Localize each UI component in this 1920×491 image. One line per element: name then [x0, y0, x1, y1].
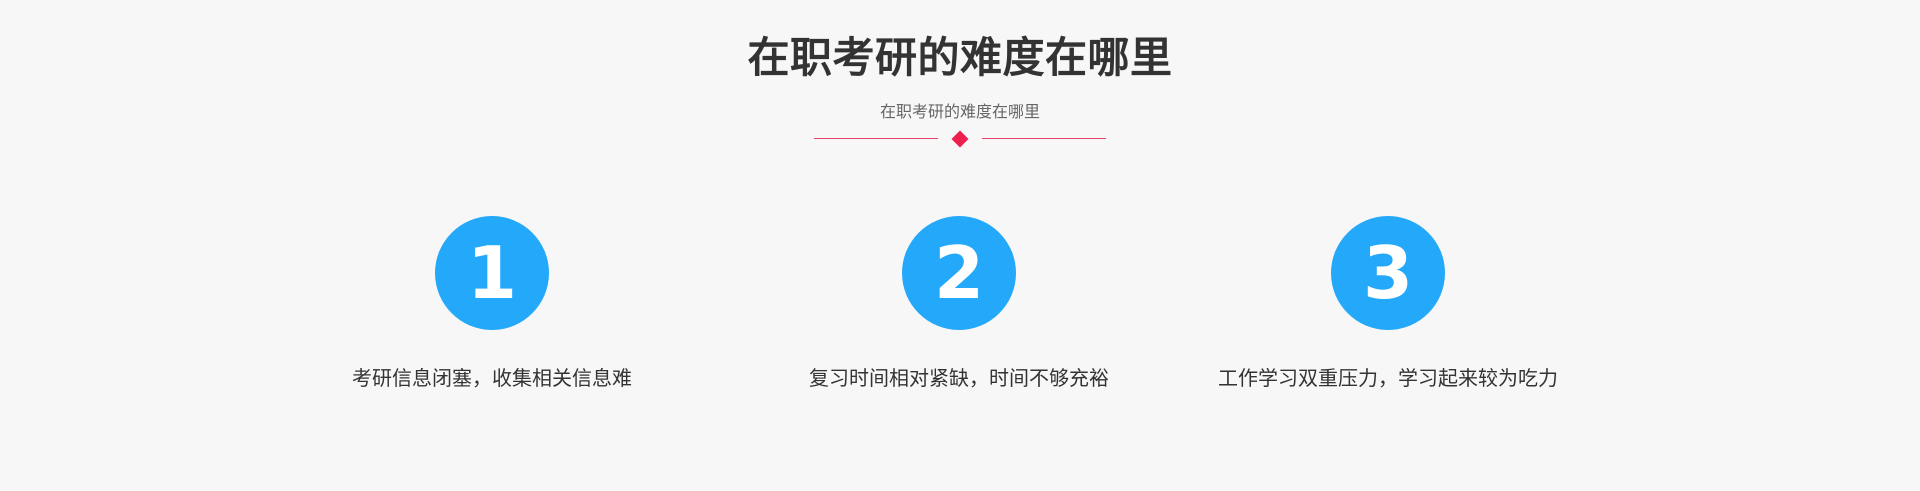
difficulty-item-1: 1 考研信息闭塞，收集相关信息难 [312, 216, 672, 392]
difficulty-section: 在职考研的难度在哪里 在职考研的难度在哪里 1 考研信息闭塞，收集相关信息难 2… [0, 0, 1920, 491]
number-badge: 3 [1331, 216, 1445, 330]
number-badge: 2 [902, 216, 1016, 330]
divider-diamond-icon [951, 130, 969, 148]
section-title: 在职考研的难度在哪里 [747, 33, 1173, 82]
divider-line-right [982, 138, 1106, 139]
title-divider [814, 130, 1106, 148]
number-badge: 1 [435, 216, 549, 330]
difficulty-item-2: 2 复习时间相对紧缺，时间不够充裕 [779, 216, 1139, 392]
section-subtitle: 在职考研的难度在哪里 [879, 102, 1040, 121]
difficulty-item-3: 3 工作学习双重压力，学习起来较为吃力 [1208, 216, 1568, 392]
difficulty-text: 考研信息闭塞，收集相关信息难 [352, 366, 632, 390]
difficulty-text: 复习时间相对紧缺，时间不够充裕 [809, 366, 1109, 390]
divider-line-left [814, 138, 938, 139]
difficulty-text: 工作学习双重压力，学习起来较为吃力 [1218, 366, 1558, 390]
